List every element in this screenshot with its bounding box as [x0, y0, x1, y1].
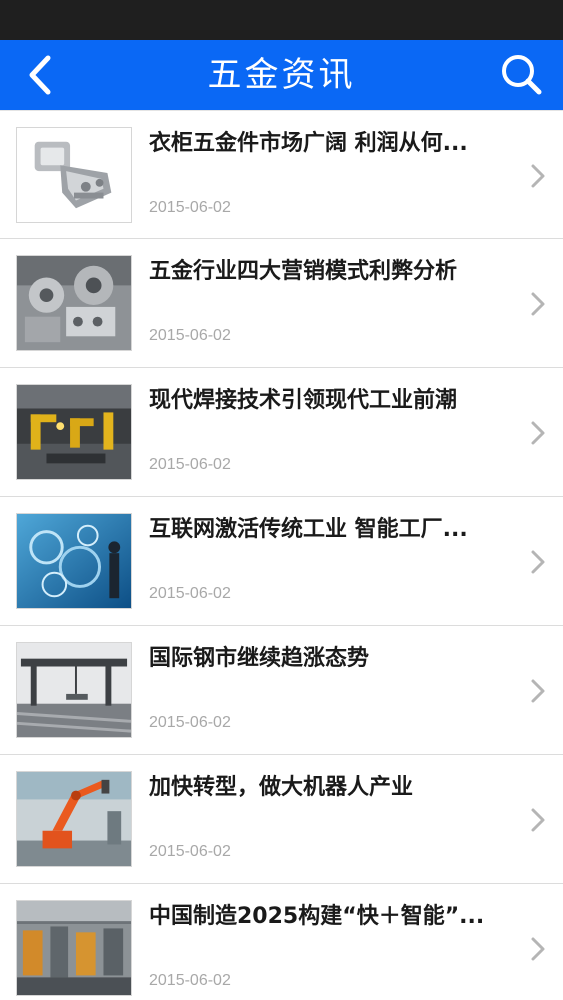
news-thumbnail-industrial-robot	[16, 771, 132, 867]
search-button[interactable]	[497, 50, 547, 100]
news-date: 2015-06-02	[149, 972, 231, 989]
chevron-right-icon	[531, 937, 545, 961]
chevron-right-icon	[531, 808, 545, 832]
news-date: 2015-06-02	[149, 199, 231, 216]
news-item[interactable]: 加快转型，做大机器人产业 2015-06-02	[0, 755, 563, 884]
news-date: 2015-06-02	[149, 714, 231, 731]
news-title: 加快转型，做大机器人产业	[149, 775, 414, 800]
chevron-right-icon	[531, 421, 545, 445]
news-title: 互联网激活传统工业 智能工厂...	[149, 517, 468, 542]
news-list: 衣柜五金件市场广阔 利润从何... 2015-06-02 五金行业四大营销模式利…	[0, 110, 563, 1000]
chevron-right-icon	[531, 679, 545, 703]
news-thumbnail-welding-robots	[16, 384, 132, 480]
app-header: 五金资讯	[0, 40, 563, 110]
back-button[interactable]	[18, 50, 66, 100]
status-bar	[0, 0, 563, 40]
news-date: 2015-06-02	[149, 456, 231, 473]
news-thumbnail-assembly-line	[16, 900, 132, 996]
back-arrow-icon	[29, 55, 51, 95]
chevron-right-icon	[531, 164, 545, 188]
news-item[interactable]: 现代焊接技术引领现代工业前潮 2015-06-02	[0, 368, 563, 497]
news-title: 五金行业四大营销模式利弊分析	[149, 259, 458, 284]
news-date: 2015-06-02	[149, 585, 231, 602]
news-item[interactable]: 衣柜五金件市场广阔 利润从何... 2015-06-02	[0, 110, 563, 239]
news-date: 2015-06-02	[149, 843, 231, 860]
news-thumbnail-cabinet-hinge	[16, 127, 132, 223]
news-thumbnail-metal-parts	[16, 255, 132, 351]
news-title: 现代焊接技术引领现代工业前潮	[149, 388, 458, 413]
chevron-right-icon	[531, 550, 545, 574]
news-thumbnail-smart-factory	[16, 513, 132, 609]
news-item[interactable]: 五金行业四大营销模式利弊分析 2015-06-02	[0, 239, 563, 368]
news-title: 衣柜五金件市场广阔 利润从何...	[149, 131, 468, 156]
news-thumbnail-steel-yard	[16, 642, 132, 738]
news-item[interactable]: 国际钢市继续趋涨态势 2015-06-02	[0, 626, 563, 755]
news-title: 国际钢市继续趋涨态势	[149, 646, 370, 671]
news-item[interactable]: 中国制造2025构建“快＋智能”... 2015-06-02	[0, 884, 563, 1000]
news-date: 2015-06-02	[149, 327, 231, 344]
news-item[interactable]: 互联网激活传统工业 智能工厂... 2015-06-02	[0, 497, 563, 626]
page-title: 五金资讯	[207, 55, 356, 95]
chevron-right-icon	[531, 292, 545, 316]
search-icon	[502, 55, 542, 95]
news-title: 中国制造2025构建“快＋智能”...	[149, 904, 485, 929]
